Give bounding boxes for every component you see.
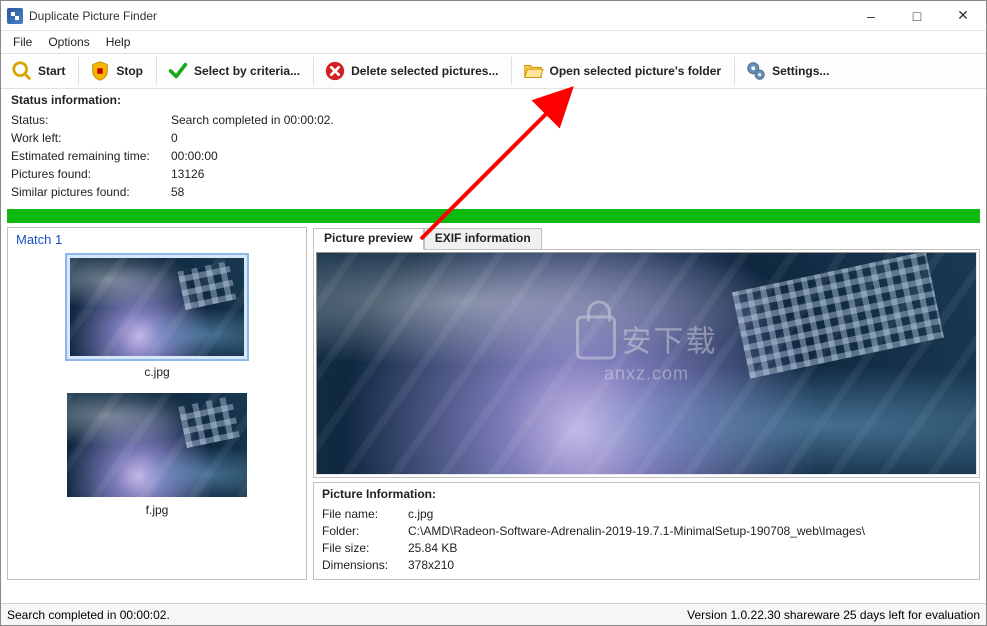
statusbar-left: Search completed in 00:00:02. xyxy=(7,608,687,622)
status-row-pictures: Pictures found: 13126 xyxy=(11,165,976,183)
right-panel: Picture preview EXIF information 安下载 anx… xyxy=(313,227,980,580)
match-panel: Match 1 c.jpg f.jpg xyxy=(7,227,307,580)
check-icon xyxy=(166,59,190,83)
thumbs-list[interactable]: c.jpg f.jpg xyxy=(8,251,306,579)
search-icon xyxy=(10,59,34,83)
open-folder-button[interactable]: Open selected picture's folder xyxy=(516,55,730,87)
filesize-value: 25.84 KB xyxy=(408,541,457,555)
status-row-eta: Estimated remaining time: 00:00:00 xyxy=(11,147,976,165)
tabs: Picture preview EXIF information xyxy=(313,227,980,249)
delete-icon xyxy=(323,59,347,83)
stop-label: Stop xyxy=(116,64,143,78)
progress-bar xyxy=(7,209,980,223)
filename-label: File name: xyxy=(322,507,408,521)
workleft-value: 0 xyxy=(171,131,178,145)
menu-help[interactable]: Help xyxy=(98,33,139,51)
thumb-image xyxy=(67,255,247,359)
select-by-criteria-button[interactable]: Select by criteria... xyxy=(161,55,309,87)
similar-value: 58 xyxy=(171,185,184,199)
dimensions-value: 378x210 xyxy=(408,558,454,572)
app-icon xyxy=(7,8,23,24)
picinfo-row-dimensions: Dimensions: 378x210 xyxy=(322,556,971,573)
status-value: Search completed in 00:00:02. xyxy=(171,113,334,127)
thumb-image xyxy=(67,393,247,497)
statusbar: Search completed in 00:00:02. Version 1.… xyxy=(1,603,986,625)
preview-image: 安下载 anxz.com xyxy=(316,252,977,475)
similar-label: Similar pictures found: xyxy=(11,185,171,199)
menu-file[interactable]: File xyxy=(5,33,40,51)
pictures-value: 13126 xyxy=(171,167,204,181)
settings-button[interactable]: Settings... xyxy=(739,55,838,87)
pictures-label: Pictures found: xyxy=(11,167,171,181)
match-header: Match 1 xyxy=(8,228,306,251)
gear-icon xyxy=(744,59,768,83)
maximize-button[interactable]: □ xyxy=(894,1,940,31)
minimize-button[interactable]: – xyxy=(848,1,894,31)
window-title: Duplicate Picture Finder xyxy=(29,9,848,23)
window-controls: – □ ✕ xyxy=(848,1,986,31)
toolbar: Start Stop Select by criteria... Delete … xyxy=(1,53,986,89)
dimensions-label: Dimensions: xyxy=(322,558,408,572)
eta-value: 00:00:00 xyxy=(171,149,218,163)
open-folder-label: Open selected picture's folder xyxy=(549,64,721,78)
separator xyxy=(78,57,79,85)
folder-value: C:\AMD\Radeon-Software-Adrenalin-2019-19… xyxy=(408,524,865,538)
status-row-similar: Similar pictures found: 58 xyxy=(11,183,976,201)
status-label: Status: xyxy=(11,113,171,127)
separator xyxy=(313,57,314,85)
stop-button[interactable]: Stop xyxy=(83,55,152,87)
main: Match 1 c.jpg f.jpg Picture preview EXIF… xyxy=(1,225,986,580)
menubar: File Options Help xyxy=(1,31,986,53)
picture-info-panel: Picture Information: File name: c.jpg Fo… xyxy=(313,482,980,580)
folder-icon xyxy=(521,59,545,83)
tab-picture-preview[interactable]: Picture preview xyxy=(313,228,424,250)
delete-selected-button[interactable]: Delete selected pictures... xyxy=(318,55,507,87)
separator xyxy=(511,57,512,85)
status-row-status: Status: Search completed in 00:00:02. xyxy=(11,111,976,129)
separator xyxy=(156,57,157,85)
titlebar: Duplicate Picture Finder – □ ✕ xyxy=(1,1,986,31)
picinfo-row-filename: File name: c.jpg xyxy=(322,505,971,522)
statusbar-right: Version 1.0.22.30 shareware 25 days left… xyxy=(687,608,980,622)
thumb-caption: c.jpg xyxy=(57,365,257,379)
status-row-workleft: Work left: 0 xyxy=(11,129,976,147)
delete-selected-label: Delete selected pictures... xyxy=(351,64,498,78)
picture-info-heading: Picture Information: xyxy=(322,487,971,501)
menu-options[interactable]: Options xyxy=(40,33,97,51)
start-button[interactable]: Start xyxy=(5,55,74,87)
tab-exif-information[interactable]: EXIF information xyxy=(424,228,542,250)
thumb-caption: f.jpg xyxy=(57,503,257,517)
thumb-item[interactable]: f.jpg xyxy=(57,393,257,517)
settings-label: Settings... xyxy=(772,64,829,78)
separator xyxy=(734,57,735,85)
picinfo-row-folder: Folder: C:\AMD\Radeon-Software-Adrenalin… xyxy=(322,522,971,539)
close-button[interactable]: ✕ xyxy=(940,1,986,31)
thumb-item[interactable]: c.jpg xyxy=(57,255,257,379)
preview-frame: 安下载 anxz.com xyxy=(313,249,980,478)
status-panel: Status information: Status: Search compl… xyxy=(1,89,986,207)
picinfo-row-filesize: File size: 25.84 KB xyxy=(322,539,971,556)
status-heading: Status information: xyxy=(11,93,976,107)
start-label: Start xyxy=(38,64,65,78)
select-criteria-label: Select by criteria... xyxy=(194,64,300,78)
workleft-label: Work left: xyxy=(11,131,171,145)
shield-icon xyxy=(88,59,112,83)
filesize-label: File size: xyxy=(322,541,408,555)
eta-label: Estimated remaining time: xyxy=(11,149,171,163)
folder-label: Folder: xyxy=(322,524,408,538)
filename-value: c.jpg xyxy=(408,507,433,521)
